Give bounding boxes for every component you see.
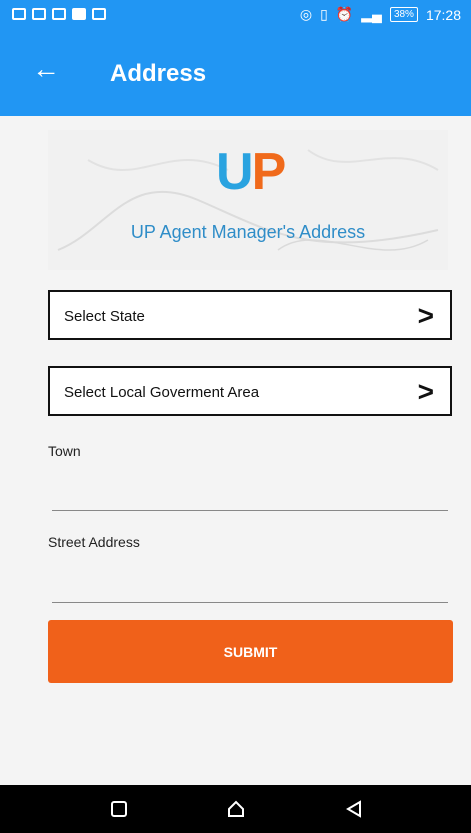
home-icon[interactable] <box>226 799 246 819</box>
system-icons: ◎ ▯ ⏰ ▂▄ 38% 17:28 <box>300 6 461 23</box>
select-lga-label: Select Local Goverment Area <box>64 384 260 401</box>
battery-icon: 38% <box>389 7 418 22</box>
street-address-input[interactable] <box>52 567 448 601</box>
town-label: Town <box>48 443 81 459</box>
recents-icon[interactable] <box>109 799 129 819</box>
navigation-bar <box>0 785 471 833</box>
town-input[interactable] <box>52 475 448 509</box>
back-icon[interactable] <box>344 799 364 819</box>
app-bar: ← Address <box>0 30 471 116</box>
street-address-label: Street Address <box>48 534 140 550</box>
notification-icons <box>12 8 106 20</box>
alarm-icon: ⏰ <box>335 6 354 22</box>
select-state-field[interactable]: Select State > <box>48 290 452 340</box>
submit-button[interactable]: SUBMIT <box>48 620 453 683</box>
hero-banner: UP UP Agent Manager's Address <box>48 130 448 270</box>
status-bar: ◎ ▯ ⏰ ▂▄ 38% 17:28 <box>0 0 471 30</box>
up-logo: UP <box>216 143 286 201</box>
clock: 17:28 <box>425 6 461 23</box>
back-arrow-icon[interactable]: ← <box>32 54 60 84</box>
location-icon: ◎ <box>299 6 313 22</box>
chevron-right-icon: > <box>417 376 434 407</box>
chevron-right-icon: > <box>417 300 434 331</box>
youtube-icon <box>72 8 86 20</box>
street-address-underline <box>52 602 448 603</box>
gmail-icon <box>32 8 46 20</box>
select-state-label: Select State <box>64 308 145 325</box>
vibrate-icon: ▯ <box>320 6 328 22</box>
gmail-icon <box>12 8 26 20</box>
town-underline <box>52 510 448 511</box>
message-icon <box>52 8 66 20</box>
signal-icon: ▂▄ <box>361 6 382 22</box>
page-title: Address <box>110 60 207 87</box>
hero-subtitle: UP Agent Manager's Address <box>130 222 366 242</box>
select-lga-field[interactable]: Select Local Goverment Area > <box>48 366 452 416</box>
image-icon <box>92 8 106 20</box>
